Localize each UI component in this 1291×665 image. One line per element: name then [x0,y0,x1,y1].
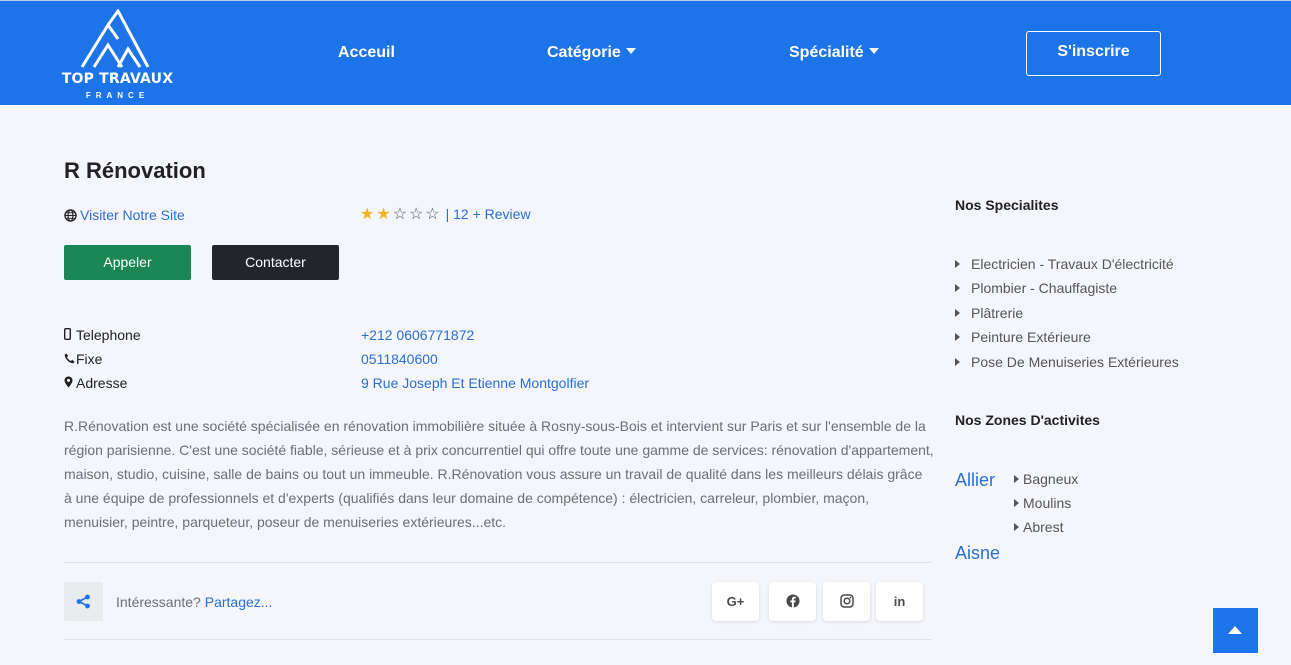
zones-heading: Nos Zones D'activites [955,412,1100,428]
globe-icon [64,209,77,222]
share-prompt: Intéressante? Partagez... [116,594,272,610]
caret-right-icon [1014,499,1019,507]
caret-right-icon [955,260,960,268]
city-item[interactable]: Moulins [1014,495,1078,519]
city-item[interactable]: Abrest [1014,519,1078,543]
company-name: R Rénovation [64,158,206,183]
logo-subtitle: FRANCE [85,91,150,100]
zone-allier[interactable]: Allier [955,470,995,491]
specialty-label: Plombier - Chauffagiste [971,280,1118,297]
specialty-label: Electricien - Travaux D'électricité [971,256,1174,272]
google-plus-button[interactable]: G+ [712,582,759,621]
nav-category-label: Catégorie [547,44,621,61]
share-icon [76,594,90,609]
instagram-icon [839,594,854,608]
logo-title: TOP TRAVAUX [61,71,174,87]
specialties-heading: Nos Specialites [955,197,1059,213]
nav-home-label: Acceuil [338,44,395,61]
company-description: R.Rénovation est une société spécialisée… [64,418,934,530]
caret-right-icon [1014,523,1019,531]
contact-button[interactable]: Contacter [212,245,339,280]
specialty-item[interactable]: Electricien - Travaux D'électricité [955,256,1179,280]
caret-right-icon [955,357,960,366]
site-logo[interactable]: TOP TRAVAUX FRANCE [60,9,175,103]
caret-right-icon [955,308,960,317]
share-question: Intéressante? [116,594,201,610]
instagram-button[interactable] [823,582,870,621]
visit-website-link[interactable]: Visiter Notre Site [64,207,185,223]
rating-stars: ★ ★ ☆ ☆ ☆ [360,206,442,223]
star-filled-icon: ★ [360,206,375,223]
info-label-fixe: Fixe [64,351,102,367]
caret-down-icon [868,48,879,54]
specialty-item[interactable]: Pose De Menuiseries Extérieures [955,354,1179,378]
arrow-up-icon [1228,626,1242,634]
google-plus-icon: G+ [726,594,745,609]
caret-right-icon [955,284,960,293]
navbar: TOP TRAVAUX FRANCE Acceuil Catégorie Spé… [0,0,1291,105]
caret-right-icon [1014,475,1019,483]
fixe-value[interactable]: 0511840600 [361,351,438,367]
caret-right-icon [955,333,960,342]
facebook-button[interactable] [769,582,816,621]
info-label-adresse: Adresse [64,375,127,391]
city-label: Abrest [1023,519,1064,535]
info-label-text: Fixe [76,351,103,367]
specialty-label: Pose De Menuiseries Extérieures [971,353,1179,370]
specialty-item[interactable]: Peinture Extérieure [955,329,1179,353]
star-empty-icon: ☆ [425,206,440,223]
specialty-label: Peinture Extérieure [971,329,1091,346]
scroll-to-top-button[interactable] [1213,608,1258,653]
linkedin-icon: in [893,594,906,609]
zone-allier-cities: Bagneux Moulins Abrest [1014,471,1078,543]
linkedin-button[interactable]: in [876,582,923,621]
mountain-logo-icon [80,9,150,68]
visit-website-label: Visiter Notre Site [80,207,185,223]
nav-specialty-label: Spécialité [789,44,864,61]
share-button[interactable] [64,582,103,621]
specialty-label: Plâtrerie [971,304,1024,321]
info-label-telephone: Telephone [63,327,141,343]
mobile-icon [63,327,74,343]
specialty-item[interactable]: Plombier - Chauffagiste [955,280,1179,304]
address-value[interactable]: 9 Rue Joseph Et Etienne Montgolfier [361,375,589,391]
nav-home[interactable]: Acceuil [338,44,395,62]
map-marker-icon [64,375,74,391]
reviews-link[interactable]: | 12 + Review [446,206,531,222]
call-button[interactable]: Appeler [64,245,191,280]
telephone-value[interactable]: +212 0606771872 [361,327,474,343]
rating: ★ ★ ☆ ☆ ☆ | 12 + Review [360,206,531,223]
divider [64,562,932,563]
caret-down-icon [625,48,636,54]
city-label: Moulins [1023,495,1072,511]
star-filled-icon: ★ [376,206,391,223]
info-label-text: Telephone [76,327,141,343]
star-empty-icon: ☆ [392,206,408,223]
facebook-icon [786,594,799,608]
specialties-list: Electricien - Travaux D'électricité Plom… [955,256,1179,378]
specialty-item[interactable]: Plâtrerie [955,305,1179,329]
share-link[interactable]: Partagez... [205,594,273,610]
star-empty-icon: ☆ [409,206,424,223]
signup-button[interactable]: S'inscrire [1026,31,1161,76]
zone-aisne[interactable]: Aisne [955,543,1000,564]
phone-icon [64,351,75,367]
city-item[interactable]: Bagneux [1014,471,1078,495]
city-label: Bagneux [1023,471,1079,487]
nav-specialty-dropdown[interactable]: Spécialité [789,44,879,62]
divider [64,639,932,640]
info-label-text: Adresse [76,375,128,391]
nav-category-dropdown[interactable]: Catégorie [547,44,636,62]
